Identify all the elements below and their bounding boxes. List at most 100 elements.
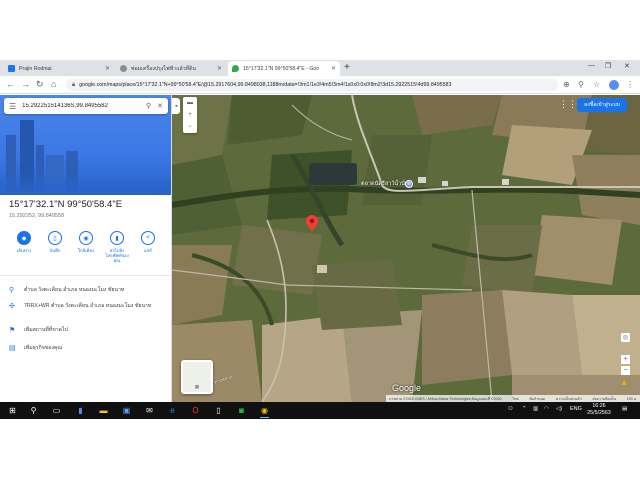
- scale-bar[interactable]: 100 ม.: [627, 396, 637, 402]
- windows-start-icon[interactable]: ⊞: [6, 404, 19, 417]
- hamburger-menu-icon[interactable]: ☰: [9, 102, 16, 111]
- avatar[interactable]: [609, 80, 619, 90]
- people-tray-icon[interactable]: ⚇: [508, 406, 513, 412]
- tab-prajin-rodmai[interactable]: Prajin Rodmai ✕: [4, 61, 114, 76]
- minimize-icon[interactable]: —: [588, 62, 595, 69]
- zoom-out-button[interactable]: −: [621, 366, 630, 375]
- attribution-link[interactable]: ไทย: [512, 396, 518, 402]
- close-window-icon[interactable]: ✕: [624, 62, 630, 70]
- terms-link[interactable]: ข้อกำหนด: [529, 396, 545, 402]
- place-coordinates: 15.292252, 99.849558: [9, 213, 65, 219]
- plus-code-row[interactable]: ✣ 7RRX+WR ตำบล วังตะเคียน อำเภอ หนองมะโม…: [9, 303, 169, 310]
- browser-toolbar: ← → ↻ ⌂ 🔒︎ google.com/maps/place/15°17'3…: [0, 76, 640, 94]
- search-icon[interactable]: ⚲: [146, 102, 151, 110]
- add-missing-place-row[interactable]: ⚑ เพิ่มสถานที่ที่ขาดไป: [9, 327, 169, 334]
- pegman-icon[interactable]: ♟: [621, 379, 627, 387]
- bookmark-icon: ▯: [48, 231, 62, 245]
- clear-icon[interactable]: ✕: [157, 102, 163, 110]
- sign-in-button[interactable]: ลงชื่อเข้าสู่ระบบ: [577, 98, 627, 112]
- layers-icon[interactable]: ▬: [187, 100, 193, 106]
- screen-margin: [0, 419, 640, 480]
- send-to-phone-button[interactable]: ▮ ส่งไปยังโทรศัพท์ของคุณ: [102, 231, 132, 263]
- add-business-row[interactable]: ▤ เพิ่มธุรกิจของคุณ: [9, 345, 169, 352]
- wifi-icon[interactable]: ◠: [544, 406, 549, 412]
- browser-tab-strip: Prajin Rodmai ✕ ซ่อมเครื่องปรุงไฟฟ้าแล้ว…: [0, 60, 640, 76]
- share-icon: <: [141, 231, 155, 245]
- search-input[interactable]: 15.292251514136S,99.8495582: [22, 103, 140, 109]
- facebook-icon: [8, 65, 15, 72]
- maximize-icon[interactable]: ❐: [605, 62, 611, 70]
- address-bar[interactable]: 🔒︎ google.com/maps/place/15°17'32.1"N+99…: [66, 79, 558, 91]
- nearby-icon: ◉: [79, 231, 93, 245]
- save-button[interactable]: ▯ บันทึก: [40, 231, 70, 253]
- satellite-map[interactable]: [172, 95, 640, 402]
- location-icon[interactable]: ⊕: [563, 79, 570, 90]
- url-text: google.com/maps/place/15°17'32.1"N+99°50…: [79, 82, 452, 88]
- directions-button[interactable]: ◆ เส้นทาง: [9, 231, 39, 253]
- opera-icon[interactable]: O: [189, 404, 202, 417]
- tab-repair[interactable]: ซ่อมเครื่องปรุงไฟฟ้าแล้วที่ดิน ✕: [116, 61, 226, 76]
- share-button[interactable]: < แชร์: [133, 231, 163, 253]
- task-view-icon[interactable]: ▭: [50, 404, 63, 417]
- collapse-panel-button[interactable]: ◂: [172, 98, 180, 114]
- map-layer-icon: ▦: [194, 384, 200, 389]
- zoom-in-icon[interactable]: +: [188, 112, 192, 118]
- star-icon[interactable]: ☆: [593, 79, 600, 90]
- new-tab-button[interactable]: +: [344, 62, 350, 73]
- people-icon[interactable]: ▮: [74, 404, 87, 417]
- home-icon[interactable]: ⌂: [51, 79, 56, 90]
- add-business-text: เพิ่มธุรกิจของคุณ: [24, 345, 63, 351]
- search-box[interactable]: ☰ 15.292251514136S,99.8495582 ⚲ ✕: [4, 98, 168, 114]
- divider: [0, 275, 171, 276]
- file-explorer-icon[interactable]: ▬: [97, 404, 110, 417]
- address-row[interactable]: ⚲ ตำบล วังตะเคียน อำเภอ หนองมะโมง ชัยนาท: [9, 287, 169, 294]
- clock-time: 16:26: [592, 403, 606, 409]
- clock-date: 25/5/2563: [587, 410, 611, 416]
- maps-icon: [232, 65, 239, 72]
- document-icon[interactable]: ▯: [212, 404, 225, 417]
- search-icon[interactable]: ⚲: [27, 404, 40, 417]
- feedback-link[interactable]: ส่งความคิดเห็น: [592, 396, 616, 402]
- map-type-toggle[interactable]: ▦: [181, 360, 213, 394]
- windows-taskbar: ⊞ ⚲ ▭ ▮ ▬ ▣ ✉ e O ▯ ◙ ◉ ⚇ ⌃ ▥ ◠ ◁) ENG 1…: [0, 402, 640, 419]
- location-pin-icon[interactable]: [306, 215, 318, 231]
- action-label: ส่งไปยังโทรศัพท์ของคุณ: [105, 248, 129, 263]
- address-text: ตำบล วังตะเคียน อำเภอ หนองมะโมง ชัยนาท: [24, 287, 125, 293]
- google-logo: Google: [392, 383, 422, 393]
- action-label: แชร์: [144, 248, 152, 253]
- lock-icon: 🔒︎: [72, 81, 76, 88]
- map-attribution: ภาพถ่าย ©2020 CNES / Airbus,Maxar Techno…: [386, 395, 640, 402]
- map-controls[interactable]: ▬ + −: [183, 97, 197, 133]
- close-icon[interactable]: ✕: [217, 65, 222, 72]
- apps-grid-icon[interactable]: ⋮⋮: [559, 99, 577, 110]
- close-icon[interactable]: ✕: [331, 65, 336, 72]
- forward-arrow-icon[interactable]: →: [21, 79, 30, 90]
- my-location-button[interactable]: ◎: [621, 333, 630, 342]
- line-icon[interactable]: ◙: [235, 404, 248, 417]
- chrome-icon[interactable]: ◉: [258, 404, 271, 418]
- close-icon[interactable]: ✕: [105, 65, 110, 72]
- menu-dots-icon[interactable]: ⋮: [626, 79, 634, 90]
- back-arrow-icon[interactable]: ←: [6, 79, 15, 90]
- tab-google-maps[interactable]: 15°17'32.1"N 99°50'58.4"E - Goo ✕: [228, 61, 340, 76]
- volume-icon[interactable]: ◁): [556, 406, 562, 412]
- network-icon[interactable]: ▥: [533, 406, 538, 412]
- reload-icon[interactable]: ↻: [36, 79, 44, 90]
- edge-icon[interactable]: e: [166, 404, 179, 417]
- mail-icon[interactable]: ✉: [143, 404, 156, 417]
- zoom-icon[interactable]: ⚲: [578, 79, 584, 90]
- store-icon[interactable]: ▣: [120, 404, 133, 417]
- phone-icon: ▮: [110, 231, 124, 245]
- screen: Prajin Rodmai ✕ ซ่อมเครื่องปรุงไฟฟ้าแล้ว…: [0, 0, 640, 480]
- language-indicator[interactable]: ENG: [570, 406, 582, 412]
- notifications-icon[interactable]: ▤: [622, 406, 627, 412]
- plus-code-text: 7RRX+WR ตำบล วังตะเคียน อำเภอ หนองมะโมง …: [24, 303, 152, 309]
- zoom-in-button[interactable]: +: [621, 355, 630, 364]
- place-marker-icon[interactable]: ⊛: [405, 180, 413, 188]
- nearby-button[interactable]: ◉ ใกล้เคียง: [71, 231, 101, 253]
- privacy-link[interactable]: ความเป็นส่วนตัว: [556, 396, 582, 402]
- map-place-label[interactable]: ตลาดนัดรีสาว์น้ำนั่น: [361, 180, 409, 188]
- taskbar-clock[interactable]: 16:26 25/5/2563: [584, 403, 614, 417]
- show-hidden-icons-icon[interactable]: ⌃: [522, 406, 527, 412]
- zoom-out-icon[interactable]: −: [188, 124, 192, 130]
